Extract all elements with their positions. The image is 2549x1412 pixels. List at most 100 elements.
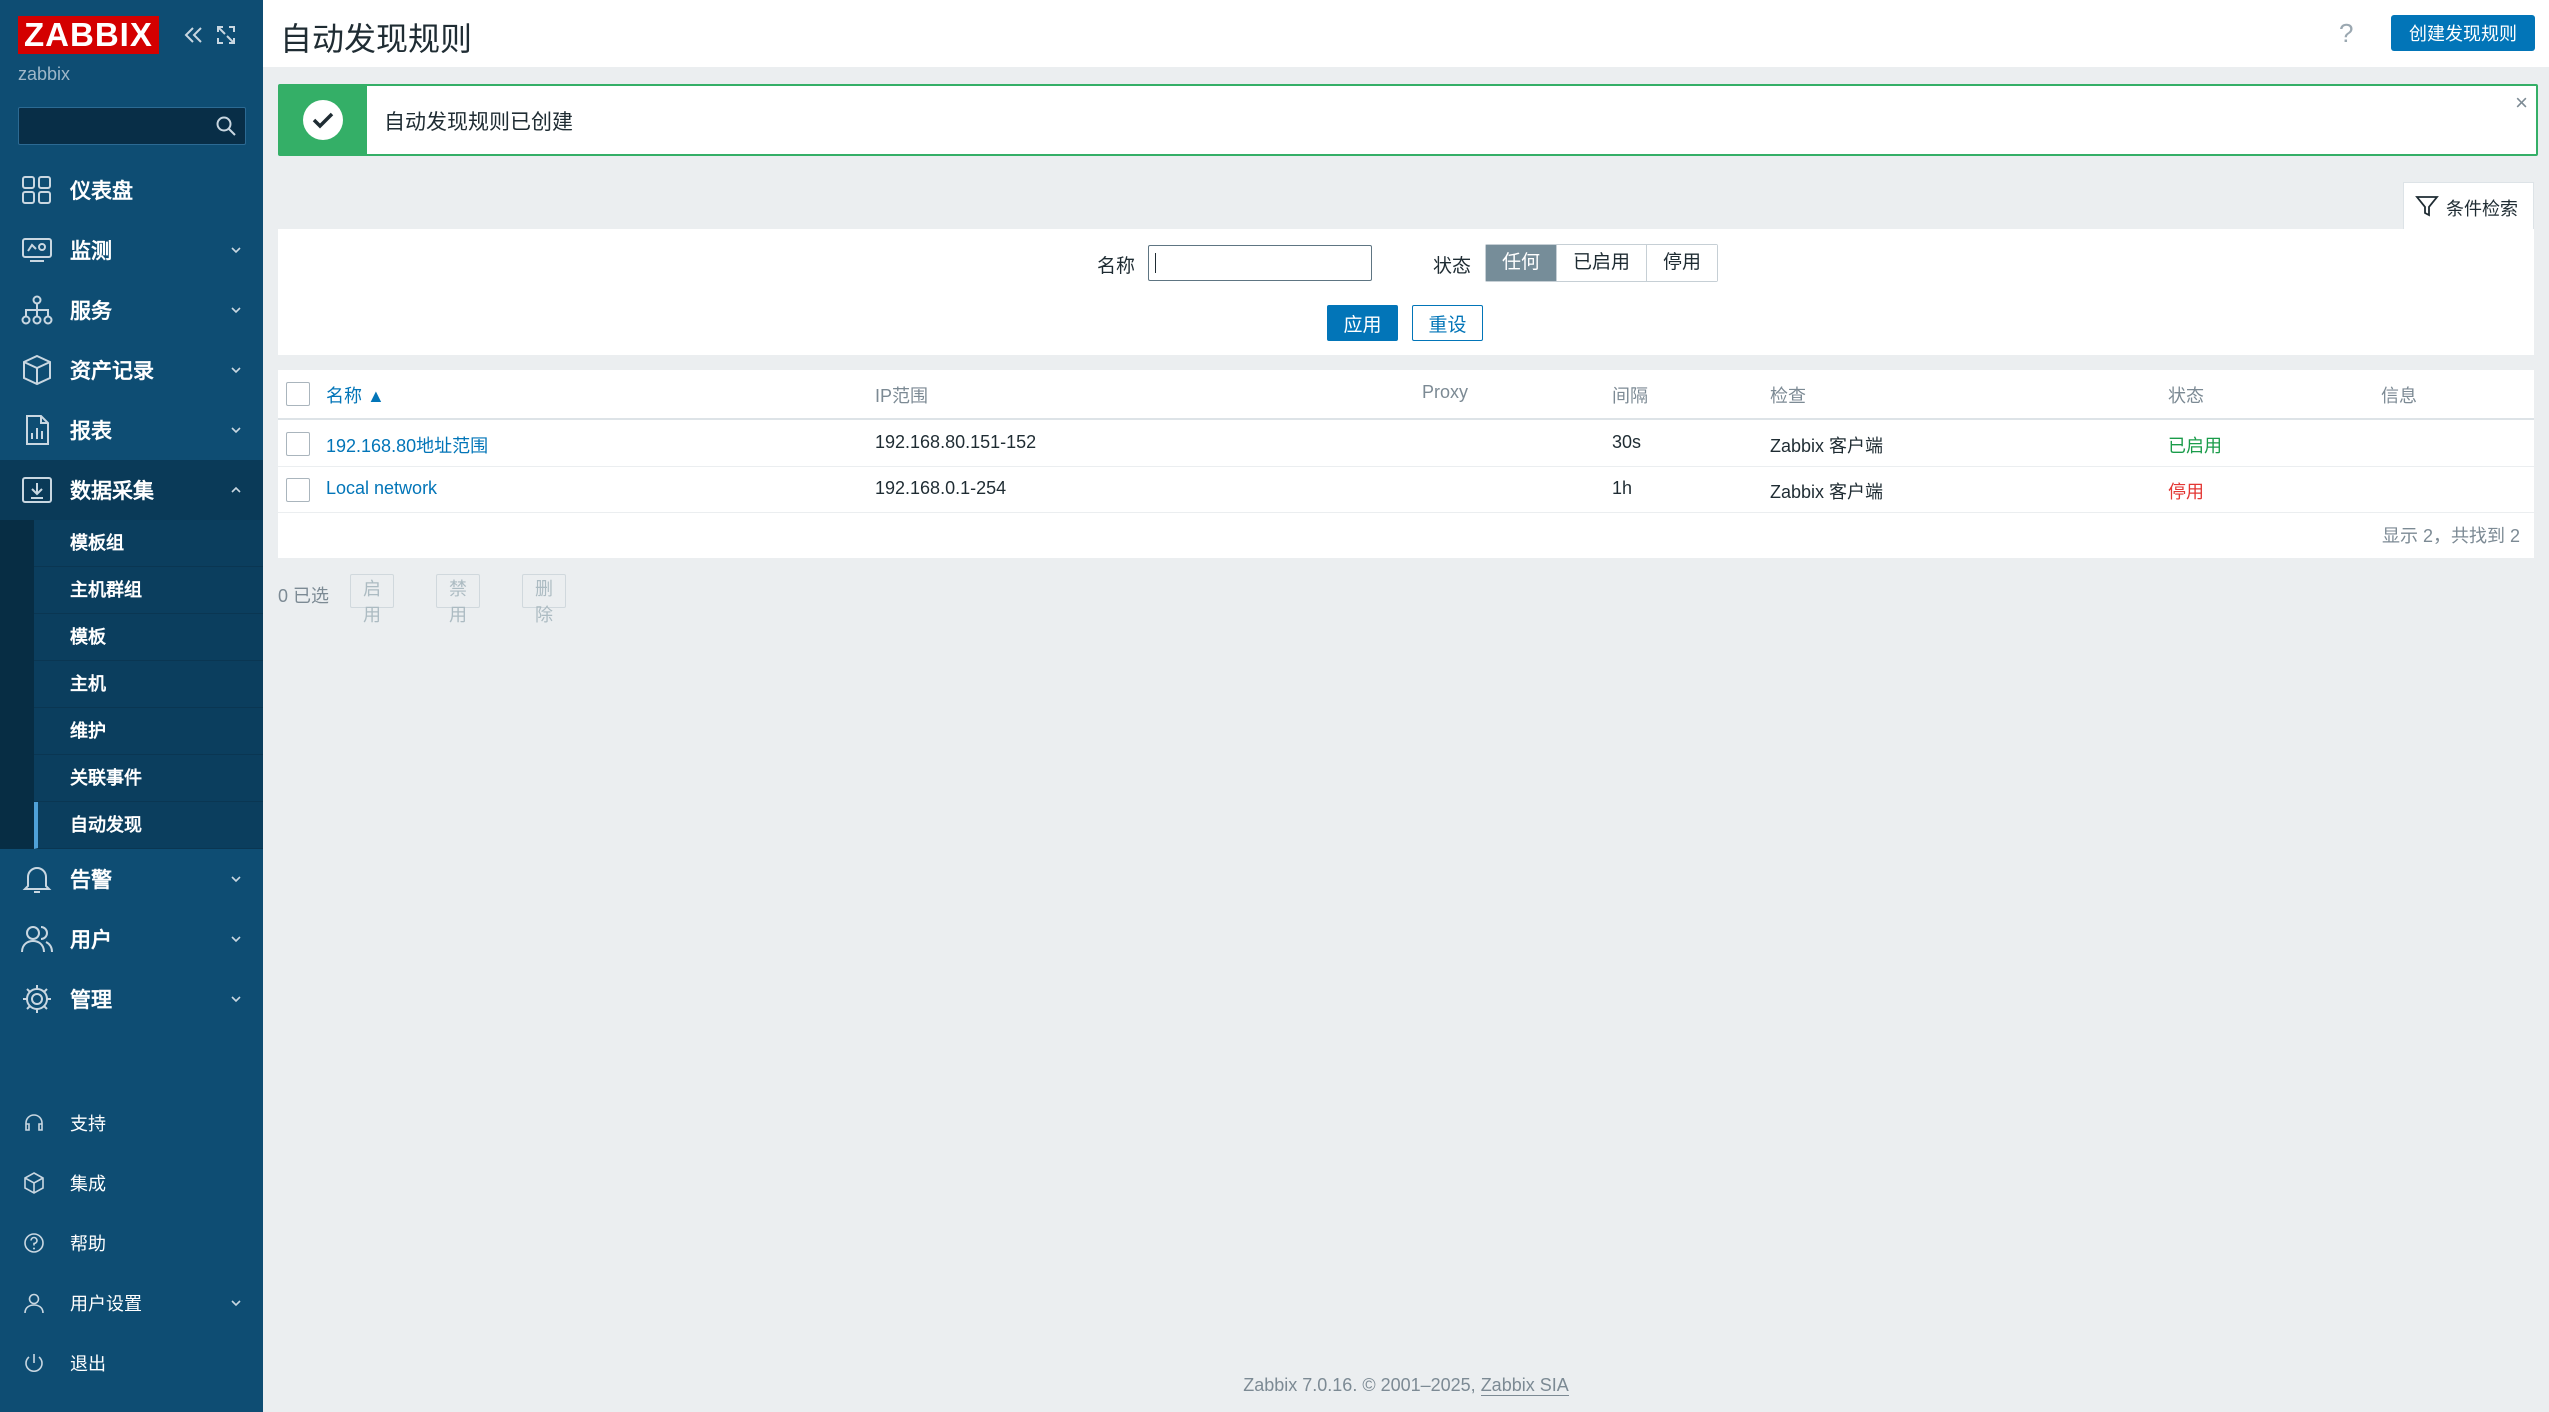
data-collection-submenu: 模板组 主机群组 模板 主机 维护 关联事件 自动发现: [0, 520, 263, 849]
status-filter-segmented: 任何 已启用 停用: [1485, 244, 1719, 282]
menu-services[interactable]: 服务: [0, 280, 263, 340]
menu-label: 用户设置: [70, 1294, 142, 1314]
menu-label: 服务: [70, 300, 112, 323]
sidebar-search-input[interactable]: [18, 107, 246, 145]
name-filter-input[interactable]: [1148, 245, 1372, 281]
status-toggle-link[interactable]: 已启用: [2168, 432, 2222, 458]
menu-reports[interactable]: 报表: [0, 400, 263, 460]
create-discovery-rule-button[interactable]: 创建发现规则: [2391, 15, 2535, 51]
submenu-discovery[interactable]: 自动发现: [34, 802, 263, 849]
filter-panel: 名称 状态 任何 已启用 停用 应用 重设: [278, 229, 2534, 355]
mass-delete-button[interactable]: 删除: [522, 574, 566, 625]
column-header-interval: 间隔: [1612, 386, 1648, 406]
filter-icon: [2415, 196, 2439, 217]
submenu-hosts[interactable]: 主机: [34, 661, 263, 708]
zabbix-logo[interactable]: ZABBIX: [18, 16, 159, 54]
menu-integrations[interactable]: 集成: [0, 1153, 263, 1213]
menu-help[interactable]: 帮助: [0, 1213, 263, 1273]
menu-label: 监测: [70, 240, 112, 263]
status-option-enabled[interactable]: 已启用: [1557, 245, 1648, 281]
mass-enable-button[interactable]: 启用: [350, 574, 394, 625]
ip-range-cell: 192.168.80.151-152: [875, 432, 1037, 452]
menu-monitoring[interactable]: 监测: [0, 220, 263, 280]
menu-support[interactable]: 支持: [0, 1093, 263, 1153]
main-menu: 仪表盘 监测 服务 资产记录 报表 数据采集 模板组 主机群组 模板 主机 维护…: [0, 160, 263, 1029]
status-option-disabled[interactable]: 停用: [1647, 245, 1718, 281]
help-icon: [24, 1233, 44, 1253]
menu-alerts[interactable]: 告警: [0, 849, 263, 909]
checks-cell: Zabbix 客户端: [1770, 482, 1884, 502]
status-option-any[interactable]: 任何: [1486, 245, 1558, 281]
checkmark-icon: [303, 100, 343, 140]
submenu-maintenance[interactable]: 维护: [34, 708, 263, 755]
collapse-sidebar-icon[interactable]: [180, 22, 206, 48]
interval-cell: 1h: [1612, 478, 1633, 498]
menu-dashboard[interactable]: 仪表盘: [0, 160, 263, 220]
menu-data-collection[interactable]: 数据采集: [0, 460, 263, 520]
kiosk-mode-icon[interactable]: [213, 22, 239, 48]
checks-cell: Zabbix 客户端: [1770, 436, 1884, 456]
close-icon[interactable]: ×: [2515, 90, 2528, 116]
filter-tab[interactable]: 条件检索: [2403, 182, 2534, 231]
text-cursor: [1155, 253, 1156, 273]
footer-zabbix-sia-link[interactable]: Zabbix SIA: [1480, 1375, 1569, 1396]
bell-icon: [22, 867, 52, 893]
chevron-down-icon: [231, 876, 241, 883]
gear-icon: [23, 985, 51, 1013]
filter-tab-label: 条件检索: [2446, 199, 2518, 219]
menu-inventory[interactable]: 资产记录: [0, 340, 263, 400]
discovery-rules-table: 名称 ▲ IP范围 Proxy 间隔 检查 状态 信息 192.168.80地址…: [278, 370, 2534, 558]
mass-disable-button[interactable]: 禁用: [436, 574, 480, 625]
menu-user-settings[interactable]: 用户设置: [0, 1273, 263, 1333]
menu-users[interactable]: 用户: [0, 909, 263, 969]
bottom-menu: 支持 集成 帮助 用户设置 退出: [0, 1093, 263, 1393]
dashboard-icon: [22, 176, 51, 204]
menu-label: 报表: [70, 420, 112, 443]
user-icon: [24, 1293, 44, 1314]
menu-label: 告警: [70, 869, 112, 892]
success-message-text: 自动发现规则已创建: [384, 111, 573, 134]
rule-name-link[interactable]: Local network: [326, 478, 437, 499]
power-icon: [25, 1354, 43, 1372]
menu-label: 退出: [70, 1354, 106, 1374]
row-checkbox[interactable]: [286, 478, 310, 502]
apply-button[interactable]: 应用: [1327, 305, 1398, 341]
menu-administration[interactable]: 管理: [0, 969, 263, 1029]
menu-sign-out[interactable]: 退出: [0, 1333, 263, 1393]
chevron-down-icon: [231, 936, 241, 943]
data-collection-icon: [22, 477, 52, 503]
menu-label: 管理: [70, 989, 112, 1012]
chevron-up-icon: [231, 486, 241, 493]
column-header-ip-range: IP范围: [875, 386, 929, 406]
interval-cell: 30s: [1612, 432, 1642, 452]
menu-label: 用户: [70, 929, 112, 952]
rule-name-link[interactable]: 192.168.80地址范围: [326, 432, 488, 458]
menu-label: 帮助: [70, 1234, 106, 1254]
column-header-checks: 检查: [1770, 386, 1806, 406]
row-checkbox[interactable]: [286, 432, 310, 456]
table-row: 192.168.80地址范围 192.168.80.151-152 30s Za…: [278, 420, 2534, 467]
chevron-down-icon: [231, 247, 241, 254]
submenu-templates[interactable]: 模板: [34, 614, 263, 661]
submenu-event-correlation[interactable]: 关联事件: [34, 755, 263, 802]
inventory-icon: [23, 354, 51, 386]
search-icon[interactable]: [215, 115, 237, 137]
select-all-checkbox[interactable]: [286, 382, 310, 406]
menu-label: 数据采集: [70, 480, 154, 503]
menu-label: 集成: [70, 1174, 106, 1194]
table-stats: 显示 2，共找到 2: [2381, 526, 2520, 546]
column-header-name[interactable]: 名称 ▲: [326, 382, 385, 408]
status-filter-label: 状态: [1433, 256, 1472, 277]
server-name: zabbix: [18, 64, 71, 84]
page-title: 自动发现规则: [280, 21, 473, 57]
footer-copyright: Zabbix 7.0.16. © 2001–2025,: [1243, 1375, 1481, 1395]
status-toggle-link[interactable]: 停用: [2168, 478, 2204, 504]
submenu-template-groups[interactable]: 模板组: [34, 520, 263, 567]
reset-button[interactable]: 重设: [1412, 305, 1483, 341]
menu-label: 资产记录: [70, 360, 154, 383]
submenu-host-groups[interactable]: 主机群组: [34, 567, 263, 614]
success-badge: [280, 86, 367, 154]
users-icon: [21, 926, 53, 953]
menu-label: 仪表盘: [70, 180, 133, 203]
help-question-icon[interactable]: ?: [2339, 18, 2353, 49]
